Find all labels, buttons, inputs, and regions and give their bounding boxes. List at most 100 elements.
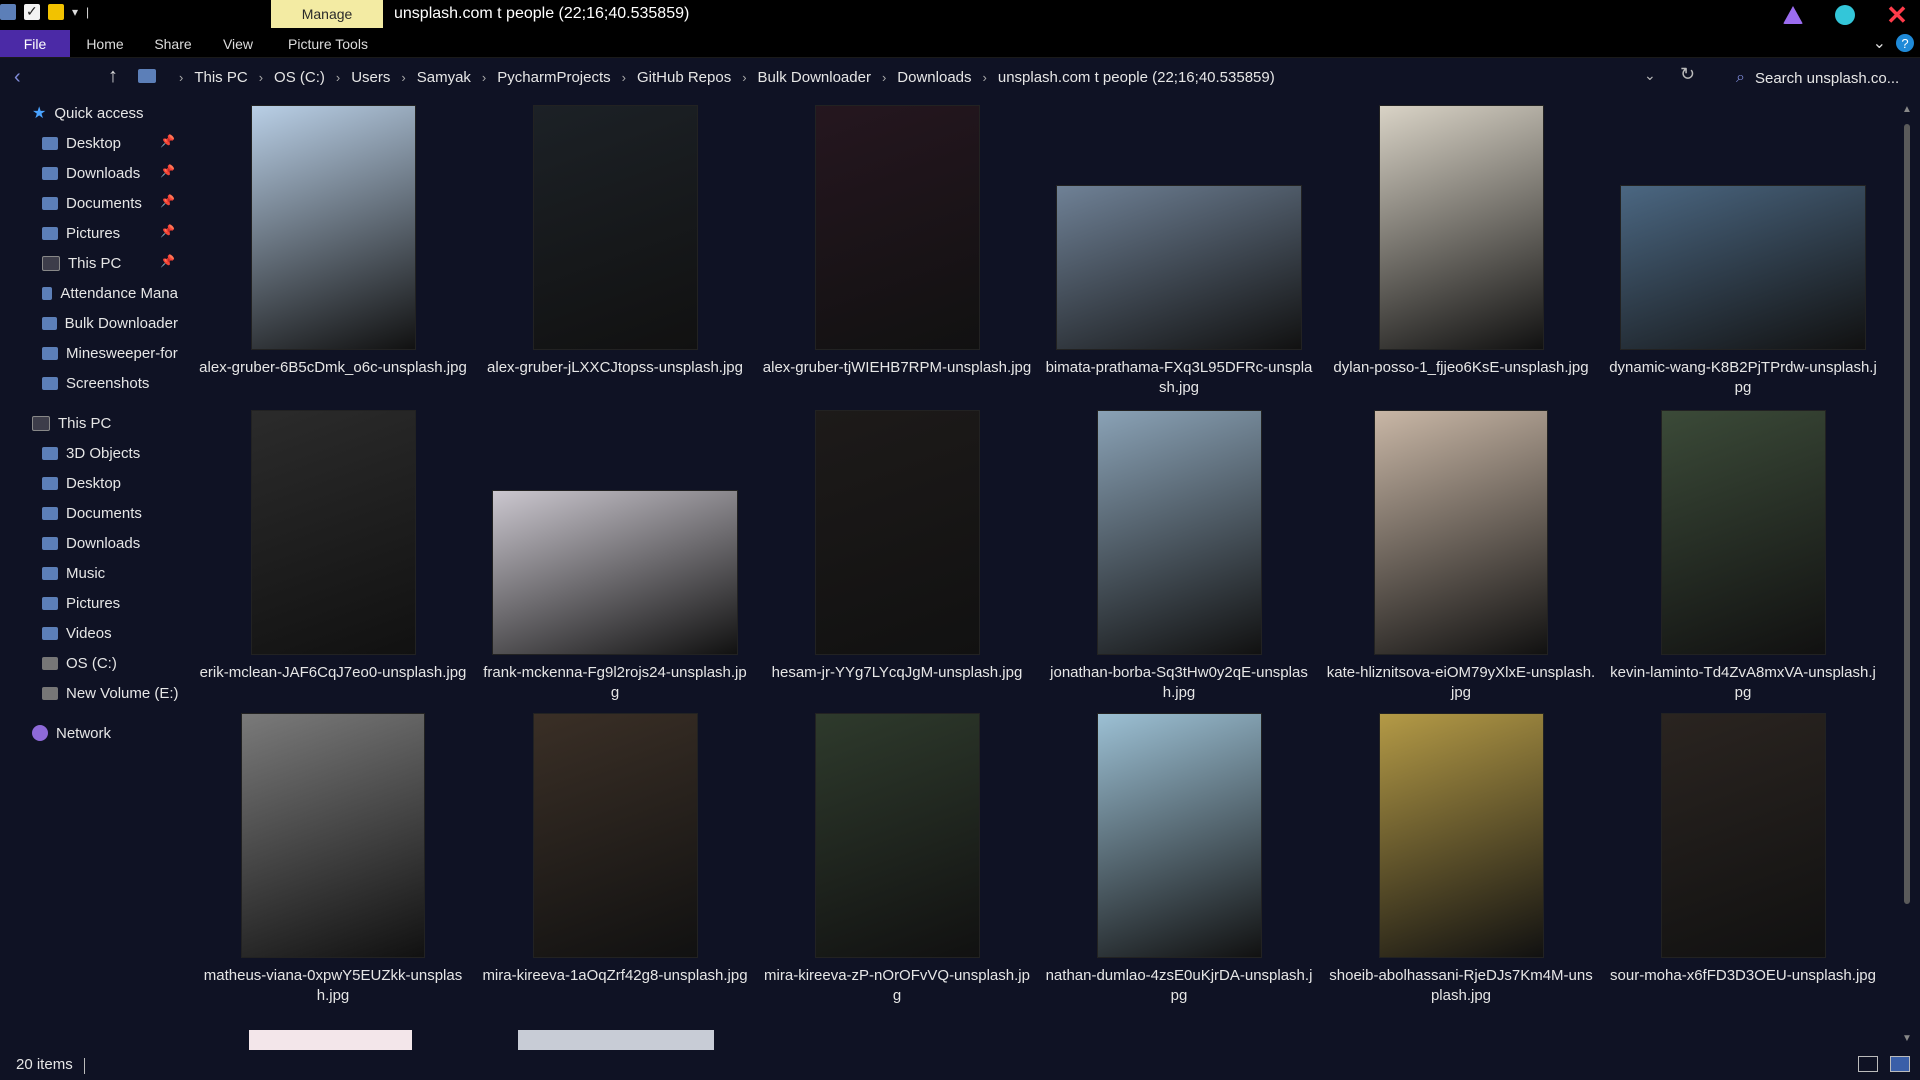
image-thumbnail-partial[interactable] (249, 1030, 412, 1050)
sidebar-item-bulk-downloader[interactable]: Bulk Downloader (42, 310, 178, 336)
up-arrow-icon[interactable]: ↑ (108, 65, 118, 88)
image-thumbnail[interactable] (532, 713, 698, 958)
image-thumbnail-partial[interactable] (518, 1030, 714, 1050)
sidebar-item-documents[interactable]: Documents (42, 190, 142, 216)
chevron-right-icon[interactable]: › (401, 70, 405, 85)
image-thumbnail[interactable] (814, 410, 980, 655)
chevron-right-icon[interactable]: › (742, 70, 746, 85)
file-tile[interactable]: frank-mckenna-Fg9l2rojs24-unsplash.jpg (480, 405, 750, 703)
scroll-down-icon[interactable]: ▼ (1902, 1033, 1912, 1044)
large-icons-view-icon[interactable] (1890, 1056, 1910, 1072)
file-name[interactable]: mira-kireeva-zP-nOrOFvVQ-unsplash.jpg (762, 966, 1032, 1006)
tab-home[interactable]: Home (72, 30, 138, 57)
file-tile[interactable]: alex-gruber-6B5cDmk_o6c-unsplash.jpg (198, 100, 468, 378)
sidebar-item-attendance[interactable]: Attendance Mana (42, 280, 178, 306)
file-name[interactable]: dylan-posso-1_fjjeo6KsE-unsplash.jpg (1326, 358, 1596, 378)
image-thumbnail[interactable] (1374, 410, 1548, 655)
image-thumbnail[interactable] (532, 105, 698, 350)
file-tile[interactable]: bimata-prathama-FXq3L95DFRc-unsplash.jpg (1044, 100, 1314, 398)
tab-file[interactable]: File (0, 30, 70, 57)
file-name[interactable]: kevin-laminto-Td4ZvA8mxVA-unsplash.jpg (1608, 663, 1878, 703)
breadcrumb-os-c[interactable]: OS (C:) (274, 69, 325, 86)
chevron-right-icon[interactable]: › (259, 70, 263, 85)
close-button[interactable]: ✕ (1884, 2, 1910, 28)
scroll-up-icon[interactable]: ▲ (1902, 104, 1912, 115)
file-name[interactable]: sour-moha-x6fFD3D3OEU-unsplash.jpg (1608, 966, 1878, 986)
file-name[interactable]: dynamic-wang-K8B2PjTPrdw-unsplash.jpg (1608, 358, 1878, 398)
file-tile[interactable]: mira-kireeva-zP-nOrOFvVQ-unsplash.jpg (762, 708, 1032, 1006)
file-name[interactable]: shoeib-abolhassani-RjeDJs7Km4M-unsplash.… (1326, 966, 1596, 1006)
minimize-button[interactable] (1780, 2, 1806, 28)
details-view-icon[interactable] (1858, 1056, 1878, 1072)
file-name[interactable]: alex-gruber-6B5cDmk_o6c-unsplash.jpg (198, 358, 468, 378)
image-thumbnail[interactable] (250, 105, 416, 350)
breadcrumb-pycharmprojects[interactable]: PycharmProjects (497, 69, 610, 86)
sidebar-item-this-pc[interactable]: This PC (32, 410, 111, 436)
sidebar-item-pictures[interactable]: Pictures (42, 220, 120, 246)
image-thumbnail[interactable] (1378, 105, 1544, 350)
file-tile[interactable]: kate-hliznitsova-eiOM79yXlxE-unsplash.jp… (1326, 405, 1596, 703)
file-name[interactable]: mira-kireeva-1aOqZrf42g8-unsplash.jpg (480, 966, 750, 986)
file-tile[interactable]: matheus-viana-0xpwY5EUZkk-unsplash.jpg (198, 708, 468, 1006)
sidebar-item-minesweeper[interactable]: Minesweeper-for (42, 340, 178, 366)
sidebar-item-videos[interactable]: Videos (42, 620, 112, 646)
sidebar-item-quick-access[interactable]: ★ Quick access (32, 100, 144, 126)
sidebar-item-network[interactable]: Network (32, 720, 111, 746)
image-thumbnail[interactable] (241, 713, 425, 958)
chevron-right-icon[interactable]: › (179, 70, 183, 85)
chevron-right-icon[interactable]: › (622, 70, 626, 85)
chevron-right-icon[interactable]: › (336, 70, 340, 85)
sidebar-item-pc-downloads[interactable]: Downloads (42, 530, 140, 556)
sidebar-item-pc-documents[interactable]: Documents (42, 500, 142, 526)
search-input[interactable]: ⌕ Search unsplash.co... (1736, 67, 1916, 89)
file-tile[interactable]: nathan-dumlao-4zsE0uKjrDA-unsplash.jpg (1044, 708, 1314, 1006)
file-name[interactable]: alex-gruber-jLXXCJtopss-unsplash.jpg (480, 358, 750, 378)
sidebar-item-new-volume-e[interactable]: New Volume (E:) (42, 680, 179, 706)
vertical-scrollbar[interactable]: ▲ ▼ (1902, 104, 1912, 1044)
pin-icon[interactable]: 📌 (160, 224, 175, 238)
customize-toolbar-dropdown-icon[interactable]: ▾ (72, 5, 78, 19)
manage-tab[interactable]: Manage (271, 0, 383, 28)
breadcrumb-current-folder[interactable]: unsplash.com t people (22;16;40.535859) (998, 69, 1275, 86)
sidebar-item-this-pc-quick[interactable]: This PC (42, 250, 121, 276)
file-tile[interactable]: kevin-laminto-Td4ZvA8mxVA-unsplash.jpg (1608, 405, 1878, 703)
image-thumbnail[interactable] (1660, 713, 1826, 958)
file-name[interactable]: kate-hliznitsova-eiOM79yXlxE-unsplash.jp… (1326, 663, 1596, 703)
sidebar-item-music[interactable]: Music (42, 560, 105, 586)
file-tile[interactable]: shoeib-abolhassani-RjeDJs7Km4M-unsplash.… (1326, 708, 1596, 1006)
file-tile[interactable]: dylan-posso-1_fjjeo6KsE-unsplash.jpg (1326, 100, 1596, 378)
pin-icon[interactable]: 📌 (160, 254, 175, 268)
sidebar-item-pc-desktop[interactable]: Desktop (42, 470, 121, 496)
image-thumbnail[interactable] (1096, 713, 1262, 958)
file-name[interactable]: bimata-prathama-FXq3L95DFRc-unsplash.jpg (1044, 358, 1314, 398)
help-icon[interactable]: ? (1896, 34, 1914, 52)
breadcrumb-downloads[interactable]: Downloads (897, 69, 971, 86)
sidebar-item-downloads[interactable]: Downloads (42, 160, 140, 186)
expand-ribbon-icon[interactable]: ⌄ (1873, 33, 1886, 53)
image-thumbnail[interactable] (1056, 185, 1302, 350)
tab-share[interactable]: Share (142, 30, 204, 57)
file-tile[interactable]: jonathan-borba-Sq3tHw0y2qE-unsplash.jpg (1044, 405, 1314, 703)
tab-view[interactable]: View (210, 30, 266, 57)
file-tile[interactable]: hesam-jr-YYg7LYcqJgM-unsplash.jpg (762, 405, 1032, 683)
breadcrumb-this-pc[interactable]: This PC (194, 69, 247, 86)
image-thumbnail[interactable] (1378, 713, 1544, 958)
chevron-right-icon[interactable]: › (882, 70, 886, 85)
folder-icon[interactable] (0, 4, 16, 20)
image-thumbnail[interactable] (1096, 410, 1262, 655)
file-name[interactable]: matheus-viana-0xpwY5EUZkk-unsplash.jpg (198, 966, 468, 1006)
back-arrow-icon[interactable]: ‹ (14, 66, 21, 89)
image-thumbnail[interactable] (1660, 410, 1826, 655)
properties-icon[interactable] (24, 3, 40, 20)
file-name[interactable]: jonathan-borba-Sq3tHw0y2qE-unsplash.jpg (1044, 663, 1314, 703)
new-folder-icon[interactable] (48, 4, 64, 20)
sidebar-item-3d-objects[interactable]: 3D Objects (42, 440, 140, 466)
file-name[interactable]: frank-mckenna-Fg9l2rojs24-unsplash.jpg (480, 663, 750, 703)
breadcrumb-samyak[interactable]: Samyak (417, 69, 471, 86)
sidebar-item-screenshots[interactable]: Screenshots (42, 370, 149, 396)
tab-picture-tools[interactable]: Picture Tools (280, 30, 376, 57)
image-thumbnail[interactable] (492, 490, 738, 655)
file-name[interactable]: alex-gruber-tjWIEHB7RPM-unsplash.jpg (762, 358, 1032, 378)
file-tile[interactable]: sour-moha-x6fFD3D3OEU-unsplash.jpg (1608, 708, 1878, 986)
file-tile[interactable]: alex-gruber-tjWIEHB7RPM-unsplash.jpg (762, 100, 1032, 378)
